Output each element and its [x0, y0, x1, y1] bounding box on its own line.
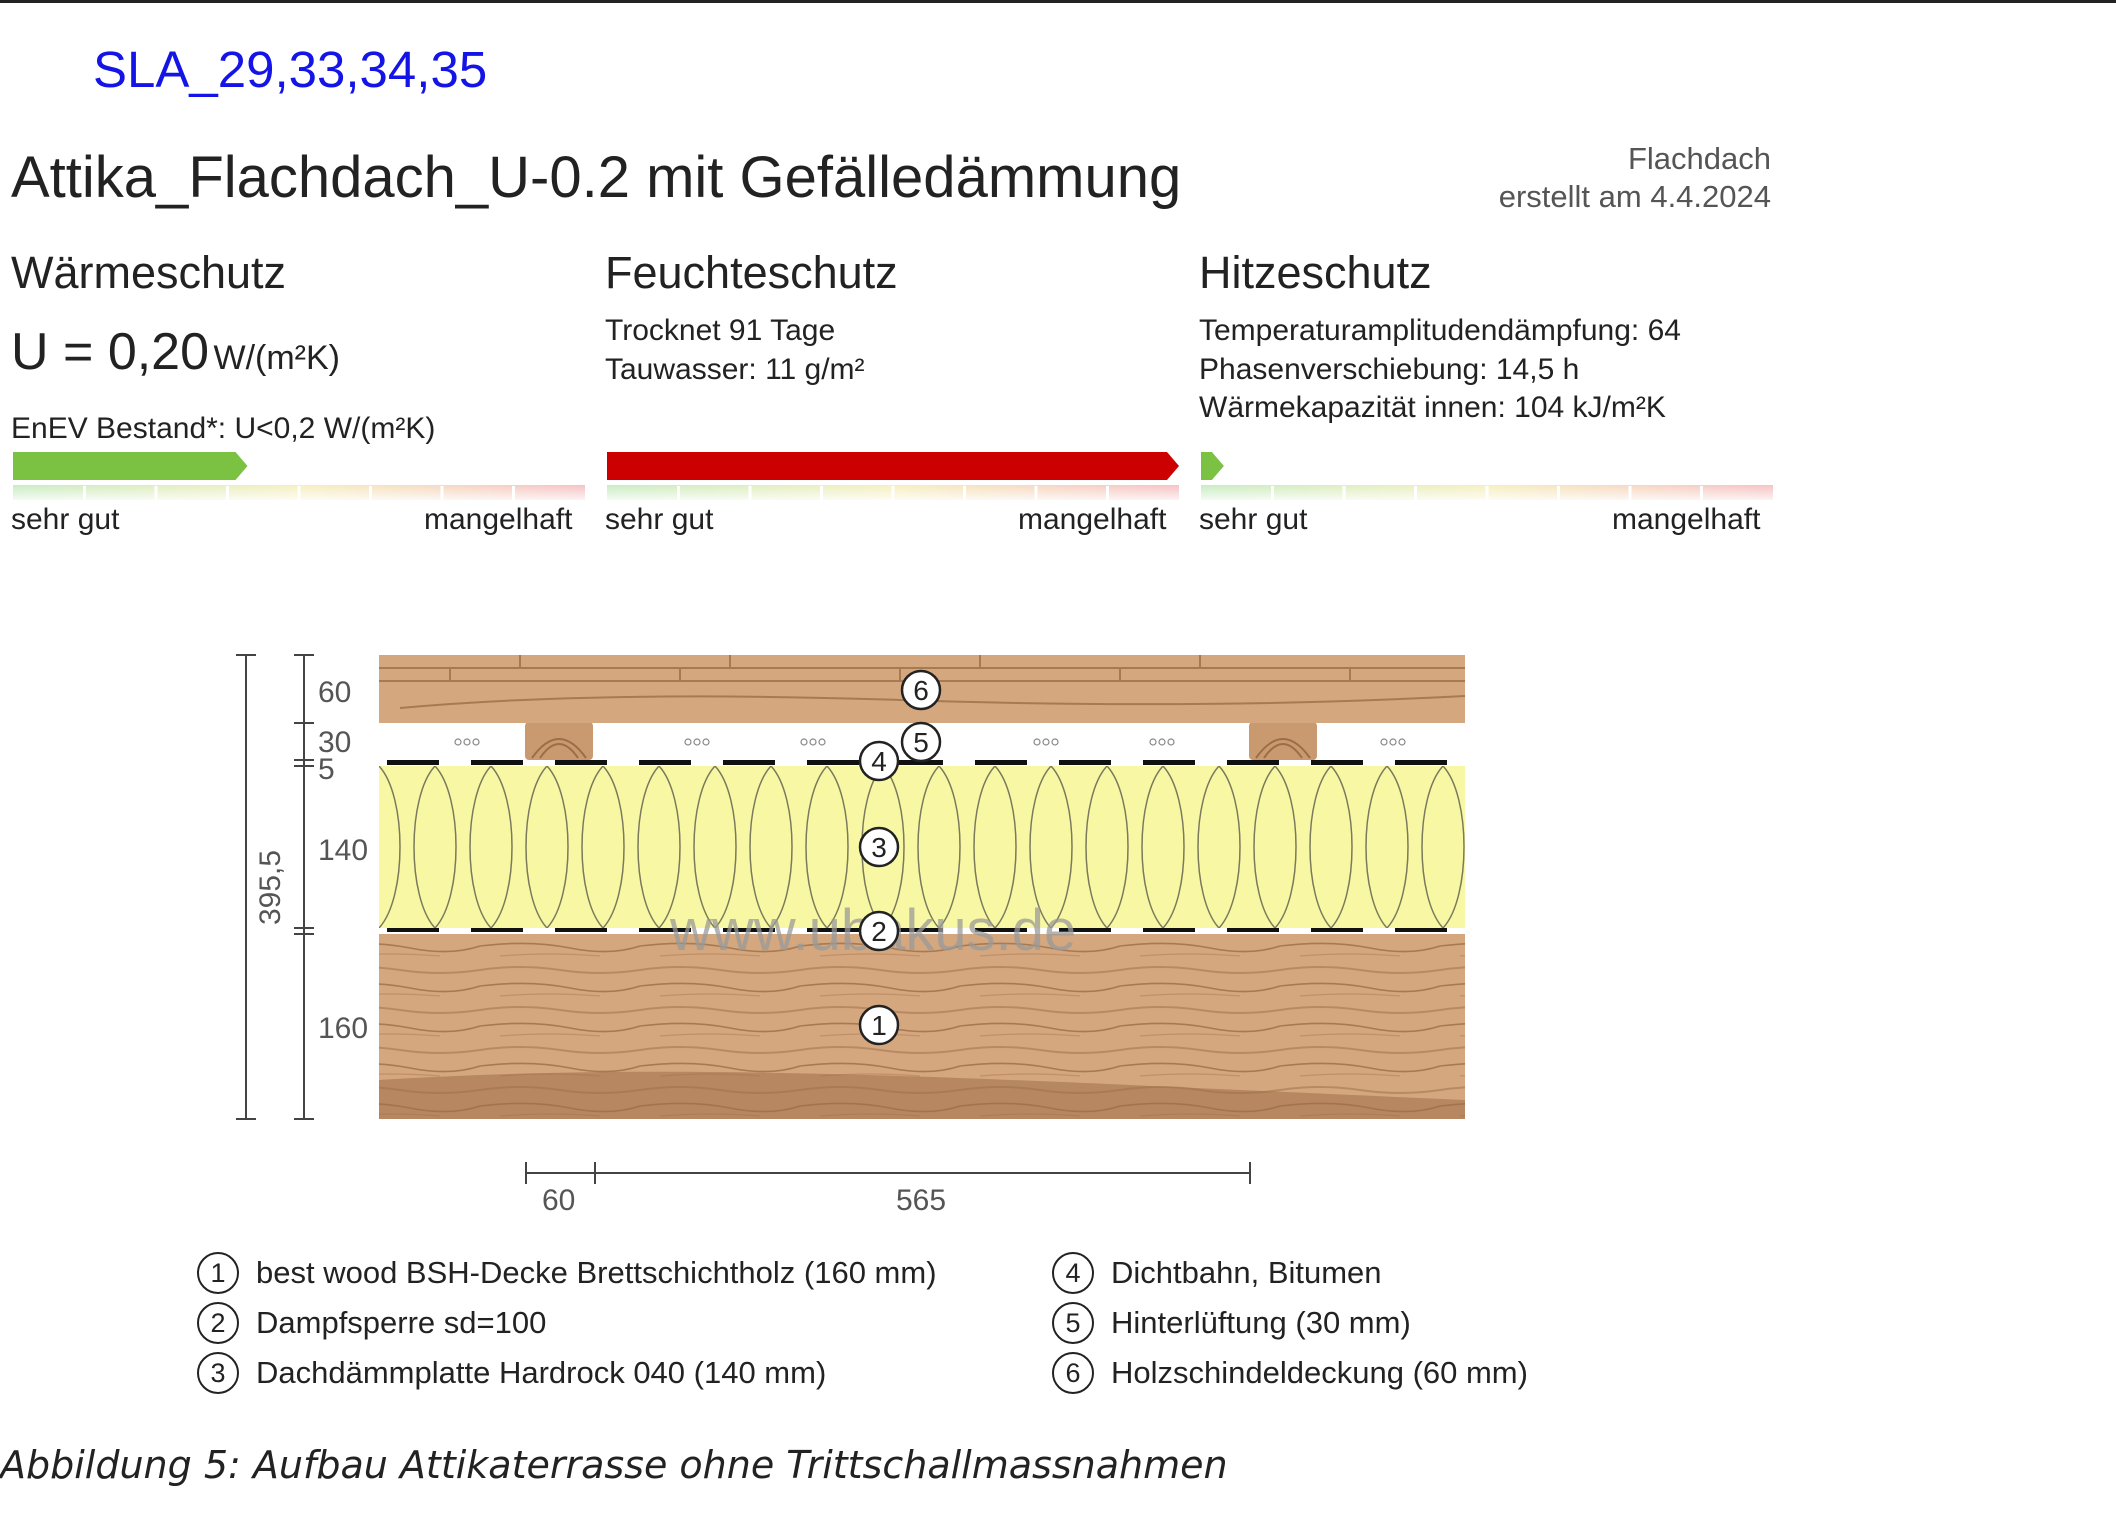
svg-text:4: 4 [871, 746, 887, 777]
marker-3: 3 [858, 826, 900, 868]
membrane-dash [1311, 760, 1363, 765]
width-565: 565 [896, 1184, 946, 1217]
legend-number-5: 5 [1052, 1302, 1094, 1344]
svg-text:1: 1 [871, 1010, 887, 1041]
legend-item-5: 5 Hinterlüftung (30 mm) [1052, 1302, 1411, 1344]
feuchteschutz-bad-label: mangelhaft [1018, 503, 1167, 536]
legend-item-1: 1 best wood BSH-Decke Brettschichtholz (1… [197, 1252, 937, 1294]
membrane-dash [975, 760, 1027, 765]
legend-text-4: Dichtbahn, Bitumen [1111, 1255, 1382, 1290]
legend-item-3: 3 Dachdämmplatte Hardrock 040 (140 mm) [197, 1352, 826, 1394]
legend-number-3: 3 [197, 1352, 239, 1394]
waermeschutz-bad-label: mangelhaft [424, 503, 573, 536]
hitzeschutz-scale [1201, 452, 1773, 500]
waermeschutz-heading: Wärmeschutz [11, 247, 287, 298]
marker-2: 2 [858, 910, 900, 952]
roof-cross-section: www.ubakus.de 60 30 5 140 160 395,5 60 5… [236, 654, 1466, 1217]
membrane-dash [555, 760, 607, 765]
membrane-dash [723, 760, 775, 765]
membrane-dash [1395, 760, 1447, 765]
thickness-140: 140 [318, 834, 368, 867]
legend-item-6: 6 Holzschindeldeckung (60 mm) [1052, 1352, 1528, 1394]
svg-text:2: 2 [871, 916, 887, 947]
marker-6: 6 [900, 669, 942, 711]
u-value: U = 0,20 W/(m²K) [11, 322, 340, 382]
figure-caption: Abbildung 5: Aufbau Attikaterrasse ohne … [0, 1443, 1228, 1487]
membrane-dash [387, 760, 439, 765]
meta-info: Flachdach erstellt am 4.4.2024 [1499, 140, 1771, 216]
created-date: erstellt am 4.4.2024 [1498, 179, 1771, 214]
hitzeschutz-good-label: sehr gut [1199, 503, 1308, 536]
membrane-dash [639, 760, 691, 765]
legend-text-1: best wood BSH-Decke Brettschichtholz (16… [256, 1255, 937, 1290]
hitzeschutz-rating-bar [1201, 452, 1224, 480]
legend-text-6: Holzschindeldeckung (60 mm) [1111, 1355, 1528, 1390]
phase-shift: Phasenverschiebung: 14,5 h [1199, 353, 1580, 386]
page-title: Attika_Flachdach_U-0.2 mit Gefälledämmun… [11, 145, 1182, 210]
hitzeschutz-bad-label: mangelhaft [1612, 503, 1761, 536]
top-border [0, 0, 2116, 3]
feuchteschutz-rating-bar [607, 452, 1179, 480]
hitzeschutz-heading: Hitzeschutz [1199, 247, 1432, 298]
legend-number-2: 2 [197, 1302, 239, 1344]
legend-number-6: 6 [1052, 1352, 1094, 1394]
marker-5: 5 [900, 721, 942, 763]
drying-time: Trocknet 91 Tage [605, 314, 836, 347]
membrane-dash [1227, 760, 1279, 765]
membrane-dash [1059, 760, 1111, 765]
svg-text:3: 3 [871, 832, 887, 863]
legend-text-3: Dachdämmplatte Hardrock 040 (140 mm) [256, 1355, 827, 1390]
waermeschutz-scale [13, 452, 585, 500]
condensate: Tauwasser: 11 g/m² [605, 353, 865, 386]
feuchteschutz-scale [607, 452, 1179, 500]
width-60: 60 [542, 1184, 575, 1217]
thickness-60: 60 [318, 676, 351, 709]
marker-4: 4 [858, 740, 900, 782]
legend-item-4: 4 Dichtbahn, Bitumen [1052, 1252, 1382, 1294]
reference-label: SLA_29,33,34,35 [93, 41, 488, 98]
legend-number-1: 1 [197, 1252, 239, 1294]
legend-text-5: Hinterlüftung (30 mm) [1111, 1305, 1411, 1340]
thickness-160: 160 [318, 1012, 368, 1045]
membrane-dash [471, 760, 523, 765]
category-label: Flachdach [1627, 141, 1771, 176]
svg-text:5: 5 [913, 727, 929, 758]
legend-text-2: Dampfsperre sd=100 [256, 1305, 547, 1340]
u-value-unit: W/(m²K) [213, 339, 340, 377]
thickness-5: 5 [318, 753, 335, 786]
total-thickness: 395,5 [254, 850, 287, 925]
legend-number-4: 4 [1052, 1252, 1094, 1294]
heat-capacity: Wärmekapazität innen: 104 kJ/m²K [1199, 391, 1666, 424]
waermeschutz-rating-bar [13, 452, 248, 480]
waermeschutz-good-label: sehr gut [11, 503, 120, 536]
svg-text:6: 6 [913, 675, 929, 706]
u-value-number: U = 0,20 [11, 323, 210, 381]
membrane-dash [1143, 760, 1195, 765]
membrane-dash [807, 760, 859, 765]
rating-scales [13, 452, 1773, 500]
amplitude-damping: Temperaturamplitudendämpfung: 64 [1199, 314, 1681, 347]
marker-1: 1 [858, 1004, 900, 1046]
legend-item-2: 2 Dampfsperre sd=100 [197, 1302, 546, 1344]
feuchteschutz-heading: Feuchteschutz [605, 247, 898, 298]
feuchteschutz-good-label: sehr gut [605, 503, 714, 536]
